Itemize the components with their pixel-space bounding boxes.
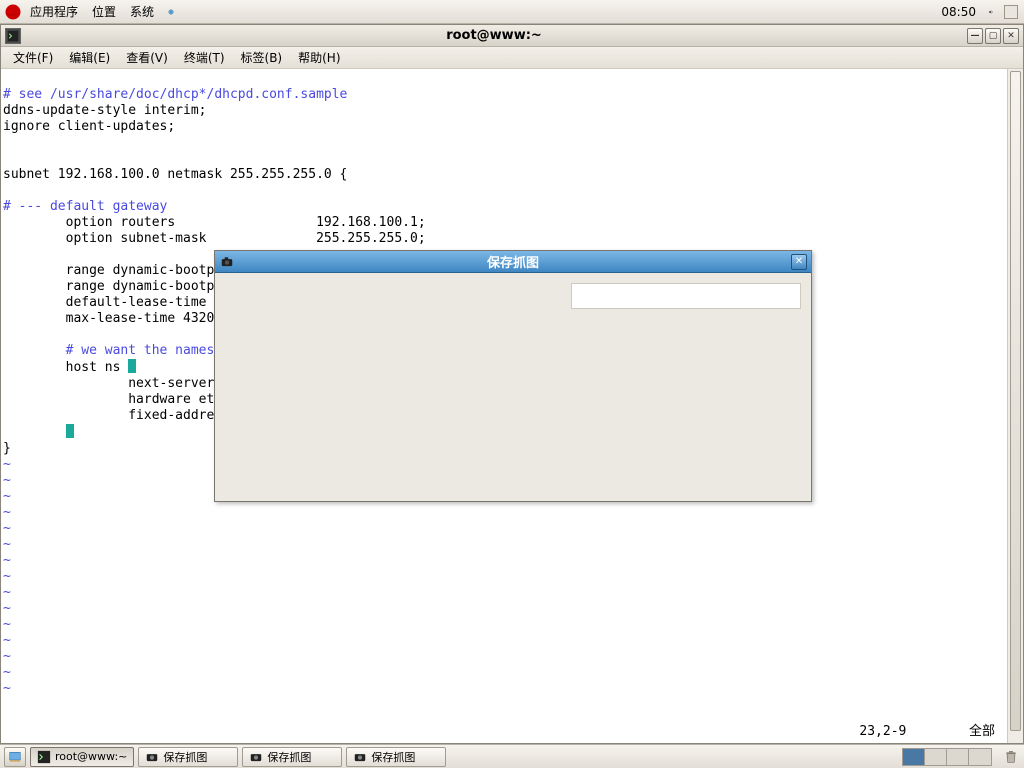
distro-logo-icon[interactable] xyxy=(4,3,22,21)
editor-line: fixed-address xyxy=(3,408,238,423)
menu-terminal[interactable]: 终端(T) xyxy=(176,47,233,68)
scrollbar-thumb[interactable] xyxy=(1010,71,1021,731)
terminal-icon xyxy=(37,750,51,764)
volume-icon[interactable] xyxy=(982,3,1000,21)
terminal-scrollbar[interactable] xyxy=(1007,69,1023,743)
camera-icon xyxy=(219,254,235,270)
taskbar-item-label: 保存抓图 xyxy=(163,749,207,765)
menu-view[interactable]: 查看(V) xyxy=(118,47,176,68)
editor-line: option subnet-mask 255.255.255.0; xyxy=(3,231,426,246)
editor-line: # --- default gateway xyxy=(3,199,167,214)
menu-edit[interactable]: 编辑(E) xyxy=(61,47,118,68)
terminal-titlebar[interactable]: root@www:~ — ▢ ✕ xyxy=(1,25,1023,47)
editor-status-line: 23,2-9 全部 xyxy=(859,720,995,739)
terminal-menubar: 文件(F) 编辑(E) 查看(V) 终端(T) 标签(B) 帮助(H) xyxy=(1,47,1023,69)
dialog-close-button[interactable]: ✕ xyxy=(791,254,807,270)
editor-tilde: ~ xyxy=(3,649,11,664)
editor-tilde: ~ xyxy=(3,505,11,520)
editor-line: subnet 192.168.100.0 netmask 255.255.255… xyxy=(3,167,347,182)
editor-cursor-position: 23,2-9 xyxy=(859,724,906,739)
window-maximize-button[interactable]: ▢ xyxy=(985,28,1001,44)
dialog-body xyxy=(215,273,811,501)
editor-tilde: ~ xyxy=(3,665,11,680)
window-minimize-button[interactable]: — xyxy=(967,28,983,44)
show-desktop-button[interactable] xyxy=(4,747,26,767)
browser-launcher-icon[interactable] xyxy=(162,3,180,21)
trash-icon[interactable] xyxy=(1002,748,1020,766)
taskbar-item-label: 保存抓图 xyxy=(267,749,311,765)
workspace-1[interactable] xyxy=(903,749,925,765)
editor-tilde: ~ xyxy=(3,473,11,488)
gnome-top-panel: 应用程序 位置 系统 08:50 xyxy=(0,0,1024,24)
editor-line: option routers 192.168.100.1; xyxy=(3,215,426,230)
workspace-3[interactable] xyxy=(947,749,969,765)
workspace-switcher[interactable] xyxy=(902,748,992,766)
panel-menu-system[interactable]: 系统 xyxy=(124,1,160,22)
dialog-titlebar[interactable]: 保存抓图 ✕ xyxy=(215,251,811,273)
dialog-title: 保存抓图 xyxy=(241,252,785,271)
editor-mark-cursor xyxy=(66,424,74,438)
editor-tilde: ~ xyxy=(3,489,11,504)
editor-line: max-lease-time 43200; xyxy=(3,311,230,326)
panel-menu-applications[interactable]: 应用程序 xyxy=(24,1,84,22)
editor-tilde: ~ xyxy=(3,521,11,536)
editor-line: hardware ether xyxy=(3,392,238,407)
editor-tilde: ~ xyxy=(3,457,11,472)
save-screenshot-dialog: 保存抓图 ✕ xyxy=(214,250,812,502)
editor-tilde: ~ xyxy=(3,569,11,584)
panel-clock[interactable]: 08:50 xyxy=(937,5,980,19)
editor-tilde: ~ xyxy=(3,681,11,696)
window-close-button[interactable]: ✕ xyxy=(1003,28,1019,44)
dialog-filename-input[interactable] xyxy=(571,283,801,309)
editor-line: next-server ma xyxy=(3,376,238,391)
terminal-app-icon xyxy=(5,28,21,44)
menu-help[interactable]: 帮助(H) xyxy=(290,47,348,68)
editor-cursor xyxy=(128,359,136,373)
gnome-bottom-panel: root@www:~ 保存抓图 保存抓图 保存抓图 xyxy=(0,744,1024,768)
editor-line: range dynamic-bootp 19 xyxy=(3,279,238,294)
editor-line: # see /usr/share/doc/dhcp*/dhcpd.conf.sa… xyxy=(3,87,347,102)
taskbar-item-screenshot-3[interactable]: 保存抓图 xyxy=(346,747,446,767)
editor-line: ignore client-updates; xyxy=(3,119,175,134)
editor-line: default-lease-time 216 xyxy=(3,295,238,310)
editor-tilde: ~ xyxy=(3,617,11,632)
camera-icon xyxy=(145,750,159,764)
editor-line: range dynamic-bootp 19 xyxy=(3,263,238,278)
editor-tilde: ~ xyxy=(3,553,11,568)
camera-icon xyxy=(249,750,263,764)
taskbar-item-label: 保存抓图 xyxy=(371,749,415,765)
editor-line: } xyxy=(3,441,11,456)
taskbar-item-screenshot-1[interactable]: 保存抓图 xyxy=(138,747,238,767)
editor-tilde: ~ xyxy=(3,633,11,648)
taskbar-item-terminal[interactable]: root@www:~ xyxy=(30,747,134,767)
menu-tabs[interactable]: 标签(B) xyxy=(233,47,291,68)
terminal-title: root@www:~ xyxy=(27,28,961,43)
editor-tilde: ~ xyxy=(3,585,11,600)
camera-icon xyxy=(353,750,367,764)
editor-line: # we want the nameserv xyxy=(3,343,238,358)
editor-scroll-mode: 全部 xyxy=(969,724,995,739)
editor-line: host ns xyxy=(3,360,128,375)
editor-line xyxy=(3,425,66,440)
workspace-2[interactable] xyxy=(925,749,947,765)
tray-placeholder xyxy=(1004,5,1018,19)
taskbar-item-screenshot-2[interactable]: 保存抓图 xyxy=(242,747,342,767)
editor-line: ddns-update-style interim; xyxy=(3,103,207,118)
panel-menu-places[interactable]: 位置 xyxy=(86,1,122,22)
editor-tilde: ~ xyxy=(3,537,11,552)
taskbar-item-label: root@www:~ xyxy=(55,750,127,763)
workspace-4[interactable] xyxy=(969,749,991,765)
editor-tilde: ~ xyxy=(3,601,11,616)
menu-file[interactable]: 文件(F) xyxy=(5,47,61,68)
